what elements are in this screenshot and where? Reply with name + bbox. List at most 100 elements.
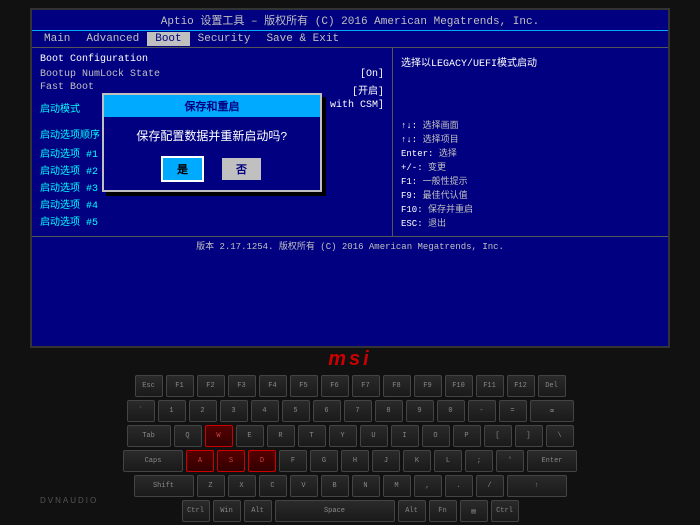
dialog-yes-button[interactable]: 是	[163, 158, 202, 180]
key-c[interactable]: C	[259, 475, 287, 497]
key-8[interactable]: 8	[375, 400, 403, 422]
key-h[interactable]: H	[341, 450, 369, 472]
key-m[interactable]: M	[383, 475, 411, 497]
key-ralt[interactable]: Alt	[398, 500, 426, 522]
key-9[interactable]: 9	[406, 400, 434, 422]
key-f8[interactable]: F8	[383, 375, 411, 397]
key-f[interactable]: F	[279, 450, 307, 472]
key-f10[interactable]: F10	[445, 375, 473, 397]
sc-desc-8: 退出	[428, 219, 446, 229]
key-menu[interactable]: ▤	[460, 500, 488, 522]
key-a[interactable]: A	[186, 450, 214, 472]
bios-screen: Aptio 设置工具 – 版权所有 (C) 2016 American Mega…	[30, 8, 670, 348]
key-space[interactable]: Space	[275, 500, 395, 522]
key-f2[interactable]: F2	[197, 375, 225, 397]
menu-advanced[interactable]: Advanced	[78, 32, 147, 46]
key-l[interactable]: L	[434, 450, 462, 472]
dialog-box: 保存和重启 保存配置数据并重新启动吗? 是 否	[102, 93, 322, 192]
key-comma[interactable]: ,	[414, 475, 442, 497]
key-o[interactable]: O	[422, 425, 450, 447]
key-lalt[interactable]: Alt	[244, 500, 272, 522]
menu-main[interactable]: Main	[36, 32, 78, 46]
key-f6[interactable]: F6	[321, 375, 349, 397]
key-f12[interactable]: F12	[507, 375, 535, 397]
key-4[interactable]: 4	[251, 400, 279, 422]
key-tab[interactable]: Tab	[127, 425, 171, 447]
key-r[interactable]: R	[267, 425, 295, 447]
key-backspace[interactable]: ⌫	[530, 400, 574, 422]
key-enter[interactable]: Enter	[527, 450, 577, 472]
left-panel: Boot Configuration Bootup NumLock State …	[32, 48, 392, 236]
key-del[interactable]: Del	[538, 375, 566, 397]
menu-boot[interactable]: Boot	[147, 32, 189, 46]
key-6[interactable]: 6	[313, 400, 341, 422]
key-b[interactable]: B	[321, 475, 349, 497]
status-text: 版本 2.17.1254. 版权所有 (C) 2016 American Meg…	[196, 242, 504, 252]
key-n[interactable]: N	[352, 475, 380, 497]
key-semicolon[interactable]: ;	[465, 450, 493, 472]
key-lctrl[interactable]: Ctrl	[182, 500, 210, 522]
key-p[interactable]: P	[453, 425, 481, 447]
key-backslash[interactable]: \	[546, 425, 574, 447]
menu-save-exit[interactable]: Save & Exit	[258, 32, 347, 46]
shortcut-plusminus: +/-: 变更	[401, 160, 584, 173]
dialog-buttons: 是 否	[112, 158, 312, 180]
key-f7[interactable]: F7	[352, 375, 380, 397]
key-rshift[interactable]: ↑	[507, 475, 567, 497]
menu-security[interactable]: Security	[190, 32, 259, 46]
key-f4[interactable]: F4	[259, 375, 287, 397]
key-rbracket[interactable]: ]	[515, 425, 543, 447]
dialog-no-button[interactable]: 否	[222, 158, 261, 180]
key-esc[interactable]: Esc	[135, 375, 163, 397]
key-win[interactable]: Win	[213, 500, 241, 522]
key-period[interactable]: .	[445, 475, 473, 497]
key-k[interactable]: K	[403, 450, 431, 472]
key-3[interactable]: 3	[220, 400, 248, 422]
keyboard-row-1: Esc F1 F2 F3 F4 F5 F6 F7 F8 F9 F10 F11 F…	[135, 375, 566, 397]
key-j[interactable]: J	[372, 450, 400, 472]
key-x[interactable]: X	[228, 475, 256, 497]
key-f3[interactable]: F3	[228, 375, 256, 397]
key-5[interactable]: 5	[282, 400, 310, 422]
key-f9[interactable]: F9	[414, 375, 442, 397]
key-backtick[interactable]: `	[127, 400, 155, 422]
key-s[interactable]: S	[217, 450, 245, 472]
key-d[interactable]: D	[248, 450, 276, 472]
right-panel: 选择以LEGACY/UEFI模式启动 ↑↓: 选择画面 ↑↓: 选择项目 Ent…	[392, 48, 592, 236]
key-u[interactable]: U	[360, 425, 388, 447]
menu-bar: Main Advanced Boot Security Save & Exit	[32, 31, 668, 48]
key-g[interactable]: G	[310, 450, 338, 472]
key-slash[interactable]: /	[476, 475, 504, 497]
key-f11[interactable]: F11	[476, 375, 504, 397]
key-quote[interactable]: '	[496, 450, 524, 472]
msi-logo: msi	[328, 348, 371, 371]
key-2[interactable]: 2	[189, 400, 217, 422]
key-fn[interactable]: Fn	[429, 500, 457, 522]
shortcut-arrows-screen: ↑↓: 选择画面	[401, 118, 584, 131]
key-y[interactable]: Y	[329, 425, 357, 447]
key-t[interactable]: T	[298, 425, 326, 447]
dialog-overlay: 保存和重启 保存配置数据并重新启动吗? 是 否	[32, 48, 392, 236]
key-1[interactable]: 1	[158, 400, 186, 422]
key-rctrl[interactable]: Ctrl	[491, 500, 519, 522]
key-caps[interactable]: Caps	[123, 450, 183, 472]
key-minus[interactable]: -	[468, 400, 496, 422]
sc-key-6: F9:	[401, 191, 423, 201]
dialog-title: 保存和重启	[104, 95, 320, 117]
keyboard-area: msi Esc F1 F2 F3 F4 F5 F6 F7 F8 F9 F10 F…	[0, 348, 700, 525]
key-i[interactable]: I	[391, 425, 419, 447]
key-f5[interactable]: F5	[290, 375, 318, 397]
key-equals[interactable]: =	[499, 400, 527, 422]
key-v[interactable]: V	[290, 475, 318, 497]
key-e[interactable]: E	[236, 425, 264, 447]
key-f1[interactable]: F1	[166, 375, 194, 397]
key-lshift[interactable]: Shift	[134, 475, 194, 497]
key-z[interactable]: Z	[197, 475, 225, 497]
sc-desc-1: 选择画面	[423, 121, 459, 131]
key-7[interactable]: 7	[344, 400, 372, 422]
key-w[interactable]: W	[205, 425, 233, 447]
key-0[interactable]: 0	[437, 400, 465, 422]
key-lbracket[interactable]: [	[484, 425, 512, 447]
key-q[interactable]: Q	[174, 425, 202, 447]
shortcut-f9: F9: 最佳代认值	[401, 188, 584, 201]
